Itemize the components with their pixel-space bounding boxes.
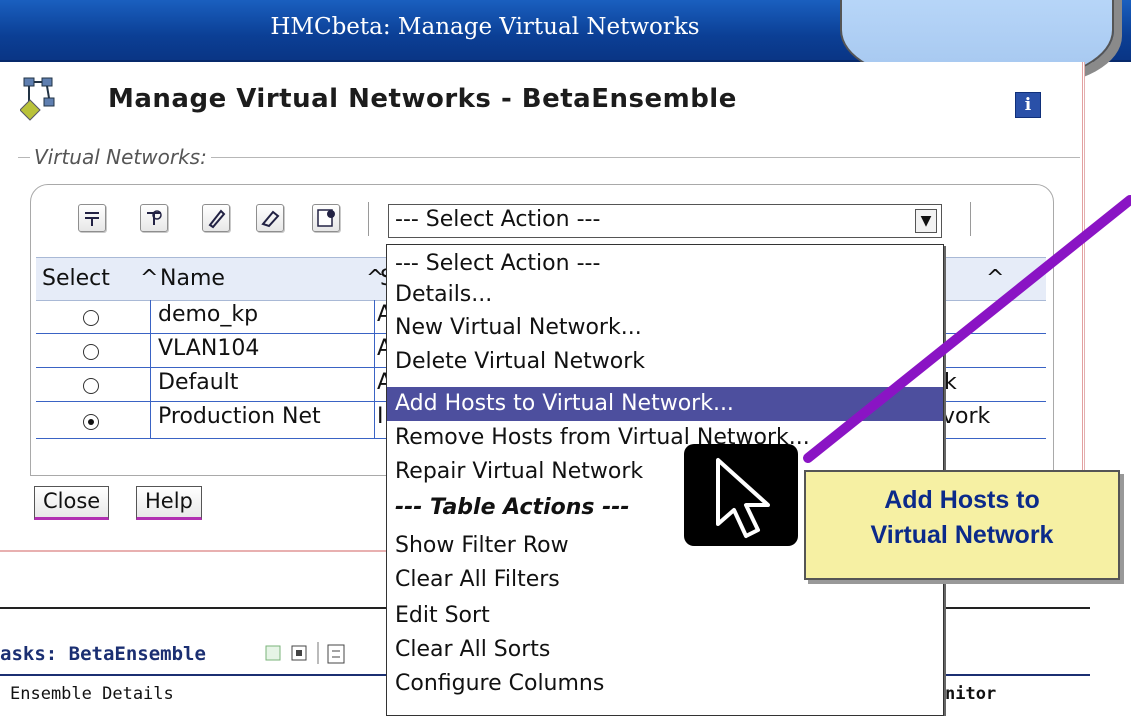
select-action-value: --- Select Action --- <box>395 207 601 232</box>
row-radio[interactable] <box>83 344 99 360</box>
row-name: Default <box>158 370 239 395</box>
row-radio[interactable] <box>83 310 99 326</box>
tasks-toolbar <box>262 642 382 670</box>
task-item-ensemble-details[interactable]: Ensemble Details <box>10 684 174 704</box>
toolbar-separator <box>368 202 369 236</box>
divider <box>0 550 386 552</box>
annotation-callout: Add Hosts to Virtual Network <box>804 470 1120 580</box>
page-title: Manage Virtual Networks - BetaEnsemble <box>108 84 737 114</box>
group-legend: Virtual Networks: <box>30 145 211 169</box>
sort-icon[interactable]: ^ <box>140 266 158 291</box>
row-name: Production Net <box>158 404 321 429</box>
menu-item[interactable]: Details... <box>395 282 492 307</box>
menu-item[interactable]: Clear All Filters <box>395 567 560 592</box>
tasks-title: asks: BetaEnsemble <box>0 643 206 665</box>
close-button[interactable]: Close <box>34 486 110 520</box>
deselect-all-icon[interactable] <box>140 204 168 232</box>
cursor-icon <box>684 444 798 546</box>
row-name: demo_kp <box>158 302 259 327</box>
row-radio[interactable] <box>83 378 99 394</box>
menu-section-header: --- Table Actions --- <box>395 495 630 520</box>
menu-item[interactable]: Edit Sort <box>395 603 490 628</box>
annotation-arrow <box>803 195 1131 463</box>
window-title: HMCbeta: Manage Virtual Networks <box>270 14 700 40</box>
callout-line2: Virtual Network <box>870 521 1054 549</box>
help-button[interactable]: Help <box>136 486 202 520</box>
menu-item[interactable]: Show Filter Row <box>395 533 569 558</box>
select-all-icon[interactable] <box>78 204 106 232</box>
menu-item[interactable]: New Virtual Network... <box>395 315 642 340</box>
menu-item[interactable]: Clear All Sorts <box>395 637 550 662</box>
row-col3: I <box>377 404 384 429</box>
column-header-name[interactable]: Name <box>160 266 225 291</box>
menu-item[interactable]: Configure Columns <box>395 671 604 696</box>
menu-item[interactable]: --- Select Action --- <box>395 251 600 276</box>
clear-icon[interactable] <box>256 204 284 232</box>
virtual-network-icon <box>19 76 64 122</box>
callout-line1: Add Hosts to <box>884 486 1040 514</box>
row-radio-selected[interactable] <box>83 414 99 430</box>
configure-columns-icon[interactable] <box>312 204 340 232</box>
column-header-select[interactable]: Select <box>42 266 110 291</box>
menu-item[interactable]: Delete Virtual Network <box>395 349 645 374</box>
edit-icon[interactable] <box>202 204 230 232</box>
menu-item[interactable]: Repair Virtual Network <box>395 459 643 484</box>
task-item-monitor[interactable]: nitor <box>945 684 996 704</box>
info-icon[interactable]: i <box>1015 92 1041 118</box>
row-name: VLAN104 <box>158 336 260 361</box>
